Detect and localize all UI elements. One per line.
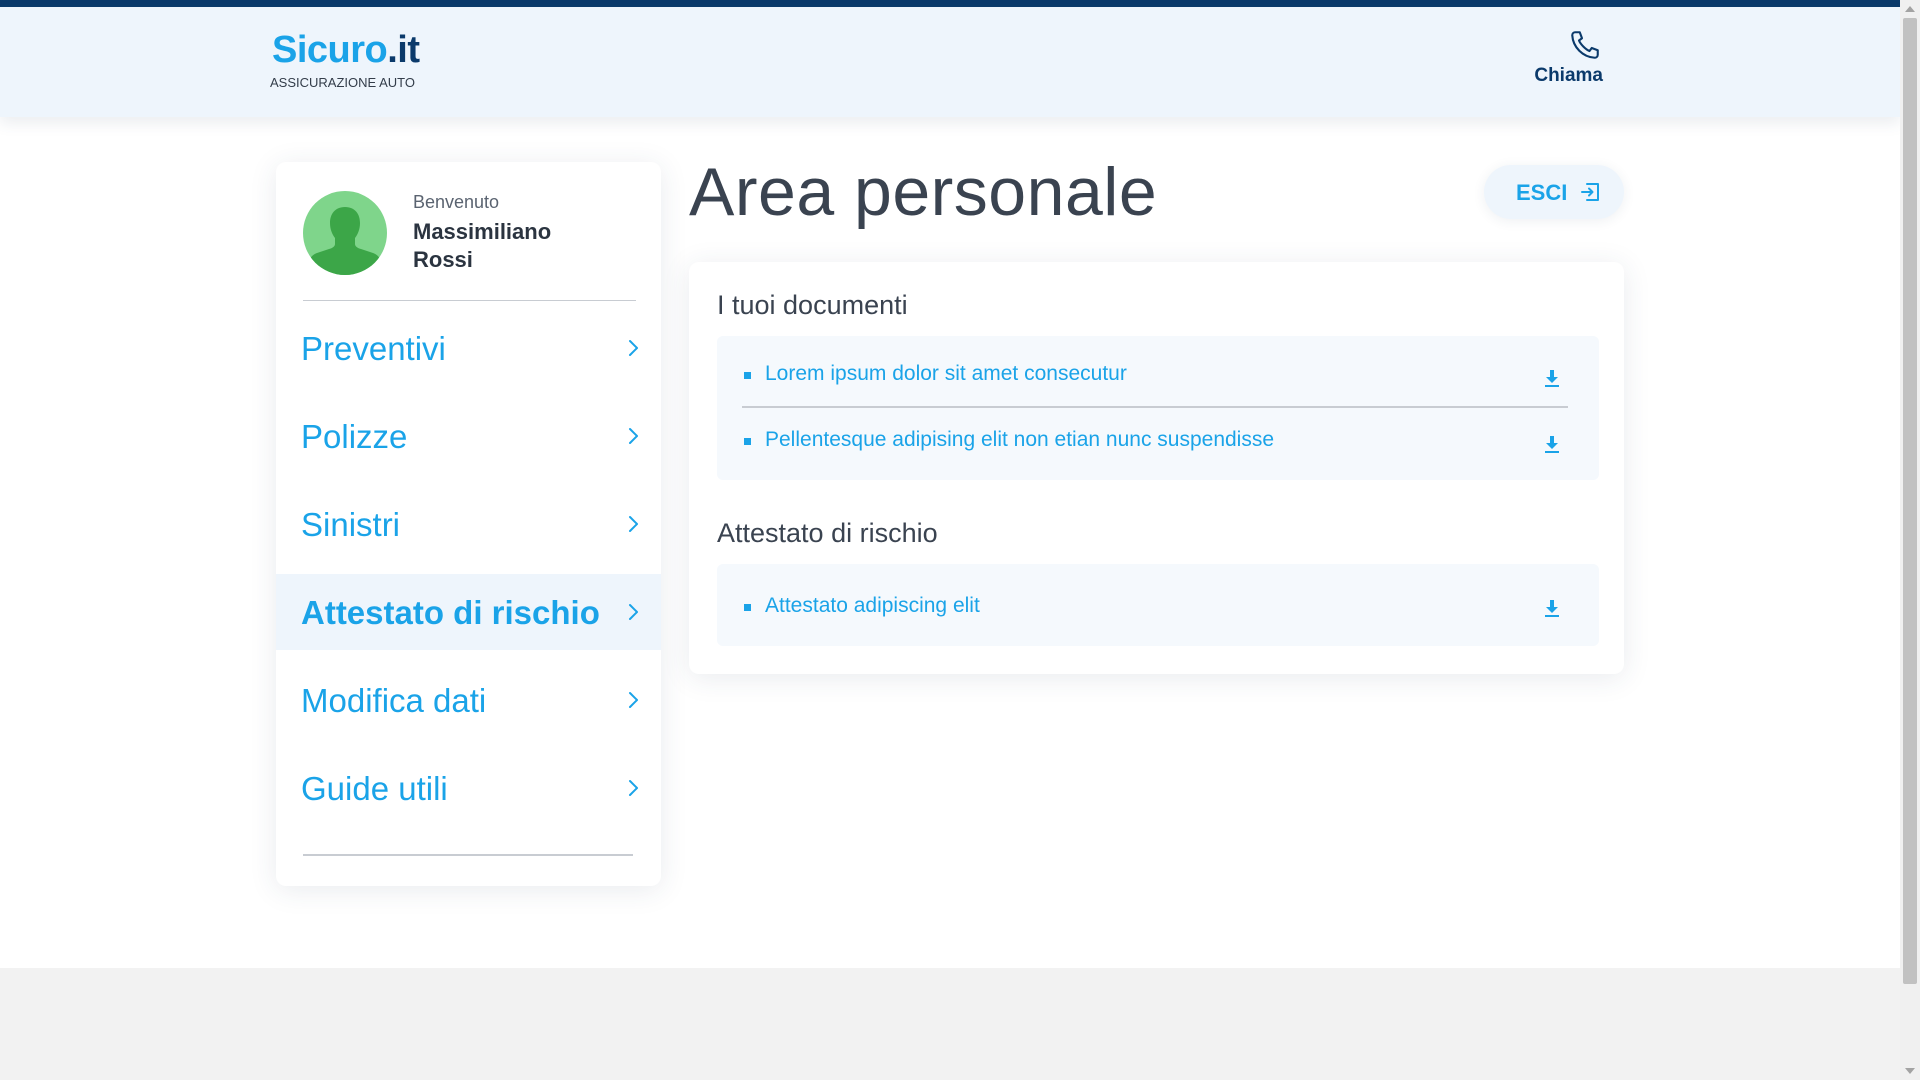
sidebar-item-modifica-dati[interactable]: Modifica dati [276, 662, 661, 738]
sidebar-item-sinistri[interactable]: Sinistri [276, 486, 661, 562]
logout-label: ESCI [1516, 180, 1568, 205]
risk-section-title: Attestato di rischio [717, 518, 938, 548]
sidebar-nav: Preventivi Polizze Sinistri Attestato di… [276, 310, 661, 838]
logo-subtitle: ASSICURAZIONE AUTO [270, 75, 415, 90]
chevron-right-icon [629, 340, 638, 356]
call-button[interactable]: Chiama [1493, 27, 1603, 87]
sidebar-item-label: Modifica dati [301, 682, 487, 719]
sidebar-item-polizze[interactable]: Polizze [276, 398, 661, 474]
chevron-right-icon [629, 692, 638, 708]
download-icon[interactable] [1543, 598, 1561, 618]
sidebar-item-label: Preventivi [301, 330, 446, 367]
sidebar-item-guide-utili[interactable]: Guide utili [276, 750, 661, 826]
sidebar-divider [303, 300, 636, 301]
logo-brand: Sicuro [272, 29, 388, 71]
documents-section-title: I tuoi documenti [717, 290, 908, 320]
risk-documents-list: Attestato adipiscing elit [717, 564, 1599, 646]
documents-card: I tuoi documenti Lorem ipsum dolor sit a… [689, 262, 1624, 674]
document-link[interactable]: Pellentesque adipising elit non etian nu… [765, 428, 1274, 452]
document-item[interactable]: Lorem ipsum dolor sit amet consecutur [717, 336, 1599, 402]
vertical-scrollbar[interactable] [1900, 0, 1920, 1080]
chevron-right-icon [629, 516, 638, 532]
logout-button[interactable]: ESCI [1484, 165, 1624, 219]
user-name: Massimiliano Rossi [413, 219, 552, 272]
welcome-text: Benvenuto [413, 192, 500, 212]
chevron-right-icon [629, 604, 638, 620]
sidebar-divider-bottom [303, 854, 633, 856]
sidebar-item-preventivi[interactable]: Preventivi [276, 310, 661, 386]
document-link[interactable]: Lorem ipsum dolor sit amet consecutur [765, 362, 1127, 386]
logo[interactable]: Sicuro.it ASSICURAZIONE AUTO [270, 27, 420, 90]
page: Sicuro.it ASSICURAZIONE AUTO Chiama Benv… [0, 0, 1920, 1080]
scroll-up-arrow-icon[interactable] [1905, 6, 1915, 12]
call-label: Chiama [1534, 65, 1603, 86]
documents-list: Lorem ipsum dolor sit amet consecutur Pe… [717, 336, 1599, 480]
list-bullet [744, 372, 751, 379]
sidebar-item-label: Attestato di rischio [301, 594, 600, 631]
chevron-right-icon [629, 428, 638, 444]
logo-text: Sicuro.it [272, 27, 420, 73]
document-item[interactable]: Attestato adipiscing elit [717, 564, 1599, 646]
sidebar: Benvenuto Massimiliano Rossi Preventivi … [276, 162, 661, 886]
document-item[interactable]: Pellentesque adipising elit non etian nu… [717, 402, 1599, 468]
chevron-right-icon [629, 780, 638, 796]
sidebar-item-label: Guide utili [301, 770, 448, 807]
site-footer [0, 968, 1900, 1080]
document-link[interactable]: Attestato adipiscing elit [765, 594, 980, 618]
avatar [303, 191, 387, 275]
page-title: Area personale [689, 154, 1158, 230]
download-icon[interactable] [1543, 368, 1561, 388]
list-bullet [744, 604, 751, 611]
download-icon[interactable] [1543, 434, 1561, 454]
sidebar-item-attestato-di-rischio[interactable]: Attestato di rischio [276, 574, 661, 650]
phone-icon [1571, 31, 1599, 59]
site-header: Sicuro.it ASSICURAZIONE AUTO Chiama [0, 7, 1900, 117]
list-bullet [744, 438, 751, 445]
sidebar-item-label: Polizze [301, 418, 408, 455]
scroll-down-arrow-icon[interactable] [1905, 1068, 1915, 1074]
sidebar-item-label: Sinistri [301, 506, 401, 543]
scroll-thumb[interactable] [1903, 18, 1917, 984]
top-accent-bar [0, 0, 1900, 7]
user-silhouette-icon [305, 207, 385, 275]
exit-icon [1581, 183, 1599, 201]
logo-tld: .it [387, 29, 420, 71]
